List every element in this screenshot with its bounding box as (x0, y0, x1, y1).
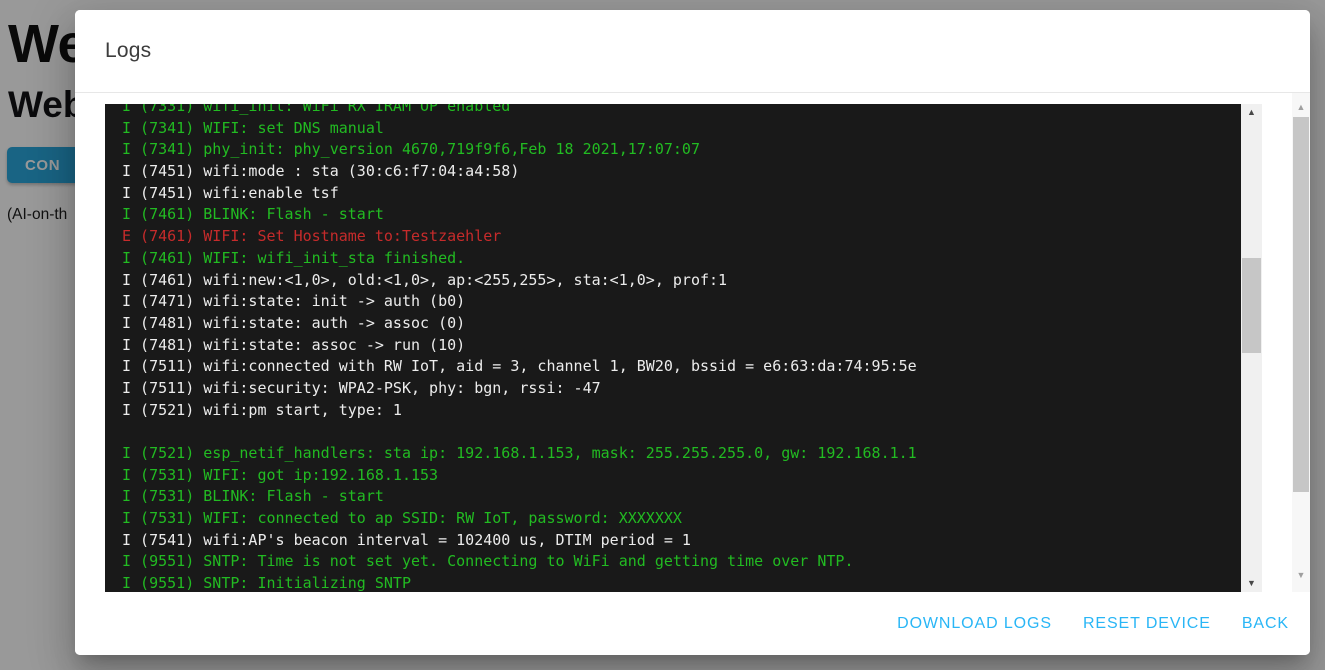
log-line: I (7471) wifi:state: init -> auth (b0) (122, 291, 1240, 313)
terminal-scrollbar-thumb[interactable] (1242, 258, 1261, 353)
logs-dialog: Logs I (7331) wifi_init: WiFi RX IRAM OP… (75, 10, 1310, 655)
log-line: I (7511) wifi:security: WPA2-PSK, phy: b… (122, 378, 1240, 400)
dialog-scrollbar[interactable]: ▲ ▼ (1292, 93, 1310, 592)
terminal-scrollbar[interactable]: ▲ ▼ (1241, 104, 1262, 592)
footer-action-button[interactable]: BACK (1242, 615, 1289, 633)
log-line: I (7341) WIFI: set DNS manual (122, 118, 1240, 140)
log-line: I (7451) wifi:enable tsf (122, 183, 1240, 205)
footer-action-button[interactable]: RESET DEVICE (1083, 615, 1211, 633)
log-line: I (7331) wifi_init: WiFi RX IRAM OP enab… (122, 104, 1240, 118)
log-lines: I (7331) wifi_init: WiFi RX IRAM OP enab… (122, 104, 1240, 592)
scroll-down-icon[interactable]: ▼ (1292, 567, 1310, 583)
log-line: I (7511) wifi:connected with RW IoT, aid… (122, 356, 1240, 378)
log-line: I (7521) esp_netif_handlers: sta ip: 192… (122, 443, 1240, 465)
dialog-scrollbar-thumb[interactable] (1293, 117, 1309, 492)
log-line: I (7451) wifi:mode : sta (30:c6:f7:04:a4… (122, 161, 1240, 183)
log-line: I (7541) wifi:AP's beacon interval = 102… (122, 530, 1240, 552)
log-line: I (7521) wifi:pm start, type: 1 (122, 400, 1240, 422)
log-line: I (7461) WIFI: wifi_init_sta finished. (122, 248, 1240, 270)
scroll-up-icon[interactable]: ▲ (1292, 99, 1310, 115)
log-line: I (9551) SNTP: Initializing SNTP (122, 573, 1240, 592)
log-line: E (7461) WIFI: Set Hostname to:Testzaehl… (122, 226, 1240, 248)
log-line: I (7481) wifi:state: assoc -> run (10) (122, 335, 1240, 357)
log-line: I (7461) wifi:new:<1,0>, old:<1,0>, ap:<… (122, 270, 1240, 292)
dialog-footer: DOWNLOAD LOGS RESET DEVICE BACK (75, 592, 1310, 655)
scroll-up-icon[interactable]: ▲ (1241, 104, 1262, 121)
log-line: I (9551) SNTP: Time is not set yet. Conn… (122, 551, 1240, 573)
log-line: I (7531) WIFI: connected to ap SSID: RW … (122, 508, 1240, 530)
log-line (122, 421, 1240, 443)
dialog-body: I (7331) wifi_init: WiFi RX IRAM OP enab… (75, 93, 1310, 592)
screen: We Web CON (AI-on-th Logs I (7331) wifi_… (0, 0, 1325, 670)
log-line: I (7461) BLINK: Flash - start (122, 204, 1240, 226)
log-line: I (7531) BLINK: Flash - start (122, 486, 1240, 508)
scroll-down-icon[interactable]: ▼ (1241, 575, 1262, 592)
dialog-title: Logs (105, 39, 151, 63)
dialog-header: Logs (75, 10, 1310, 93)
log-line: I (7341) phy_init: phy_version 4670,719f… (122, 139, 1240, 161)
log-terminal[interactable]: I (7331) wifi_init: WiFi RX IRAM OP enab… (105, 104, 1262, 592)
footer-action-button[interactable]: DOWNLOAD LOGS (897, 615, 1052, 633)
log-line: I (7531) WIFI: got ip:192.168.1.153 (122, 465, 1240, 487)
log-line: I (7481) wifi:state: auth -> assoc (0) (122, 313, 1240, 335)
